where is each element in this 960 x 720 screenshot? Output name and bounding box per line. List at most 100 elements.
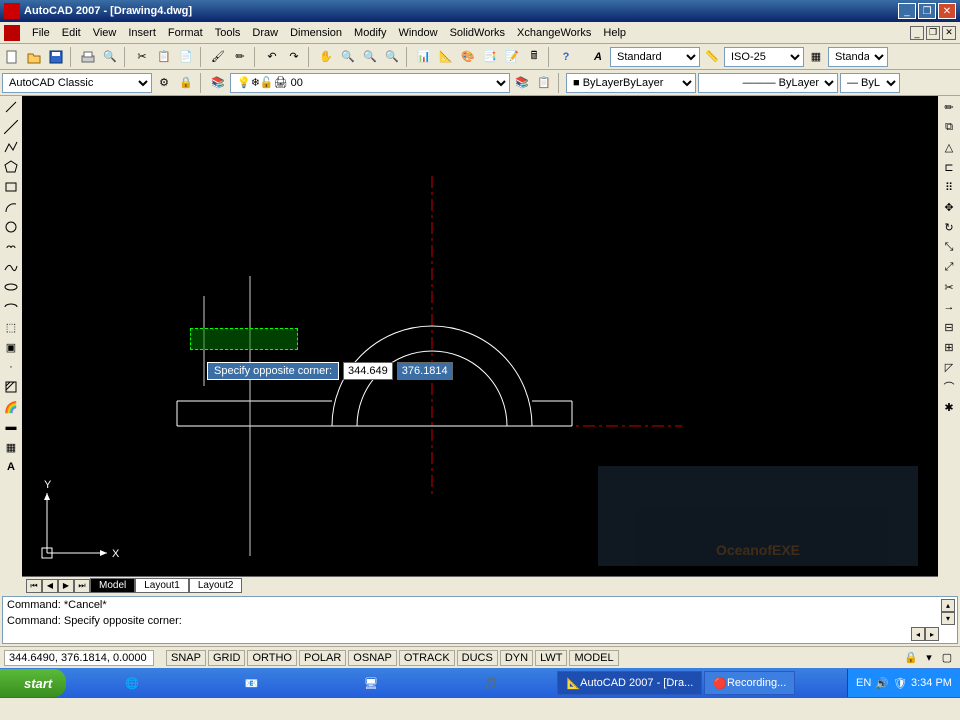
tab-last-button[interactable]: ⏭ <box>74 579 90 593</box>
paste-button[interactable]: 📄 <box>176 47 196 67</box>
menu-window[interactable]: Window <box>392 25 443 41</box>
drawing-canvas[interactable]: Specify opposite corner: 344.649 376.181… <box>22 96 938 576</box>
ducs-toggle[interactable]: DUCS <box>457 650 498 666</box>
spline-tool[interactable] <box>2 258 20 276</box>
tab-model[interactable]: Model <box>90 578 135 593</box>
tab-layout2[interactable]: Layout2 <box>189 578 243 593</box>
construction-line-tool[interactable] <box>2 118 20 136</box>
menu-xchangeworks[interactable]: XchangeWorks <box>511 25 597 41</box>
mirror-tool[interactable]: △ <box>940 138 958 156</box>
pan-button[interactable]: ✋ <box>316 47 336 67</box>
start-button[interactable]: start <box>0 669 66 697</box>
rotate-tool[interactable]: ↻ <box>940 218 958 236</box>
lwt-toggle[interactable]: LWT <box>535 650 567 666</box>
layer-select[interactable]: 💡❄🔓🖨 00 <box>230 73 510 93</box>
tray-icon-2[interactable]: 🛡 <box>893 677 907 690</box>
zoom-realtime-button[interactable]: 🔍 <box>338 47 358 67</box>
otrack-toggle[interactable]: OTRACK <box>399 650 455 666</box>
menu-help[interactable]: Help <box>597 25 632 41</box>
doc-minimize-button[interactable]: _ <box>910 26 924 40</box>
menu-edit[interactable]: Edit <box>56 25 87 41</box>
tray-settings-icon[interactable]: ▾ <box>920 649 938 667</box>
clock[interactable]: 3:34 PM <box>911 677 952 689</box>
explode-tool[interactable]: ✱ <box>940 398 958 416</box>
insert-block-tool[interactable]: ⬚ <box>2 318 20 336</box>
array-tool[interactable]: ⠿ <box>940 178 958 196</box>
menu-file[interactable]: File <box>26 25 56 41</box>
polar-toggle[interactable]: POLAR <box>299 650 346 666</box>
layer-manager-button[interactable]: 📚 <box>208 73 228 93</box>
language-indicator[interactable]: EN <box>856 677 871 689</box>
table-style-select[interactable]: Standard <box>828 47 888 67</box>
quicklaunch-icon-2[interactable]: 📧 <box>243 674 261 692</box>
join-tool[interactable]: ⊞ <box>940 338 958 356</box>
quicklaunch-icon-3[interactable]: 🖥 <box>362 674 380 692</box>
ortho-toggle[interactable]: ORTHO <box>247 650 297 666</box>
plot-button[interactable] <box>78 47 98 67</box>
text-style-select[interactable]: Standard <box>610 47 700 67</box>
region-tool[interactable]: ▬ <box>2 418 20 436</box>
fillet-tool[interactable]: ⌒ <box>940 378 958 396</box>
sheet-set-button[interactable]: 📑 <box>480 47 500 67</box>
calc-button[interactable]: 🖩 <box>524 47 544 67</box>
mtext-tool[interactable]: A <box>2 458 20 476</box>
cmd-scroll-down[interactable]: ▾ <box>941 612 955 625</box>
text-style-icon[interactable]: A <box>588 47 608 67</box>
hatch-tool[interactable] <box>2 378 20 396</box>
scale-tool[interactable]: ⤡ <box>940 238 958 256</box>
cmd-scroll-left[interactable]: ◂ <box>911 627 925 641</box>
point-tool[interactable]: · <box>2 358 20 376</box>
grid-toggle[interactable]: GRID <box>208 650 246 666</box>
save-button[interactable] <box>46 47 66 67</box>
redo-button[interactable]: ↷ <box>284 47 304 67</box>
close-button[interactable]: ✕ <box>938 3 956 19</box>
new-button[interactable] <box>2 47 22 67</box>
workspace-select[interactable]: AutoCAD Classic <box>2 73 152 93</box>
line-tool[interactable] <box>2 98 20 116</box>
tool-palettes-button[interactable]: 🎨 <box>458 47 478 67</box>
gradient-tool[interactable]: 🌈 <box>2 398 20 416</box>
tab-next-button[interactable]: ▶ <box>58 579 74 593</box>
quicklaunch-icon-4[interactable]: 🎵 <box>482 674 500 692</box>
dyn-toggle[interactable]: DYN <box>500 650 533 666</box>
match-properties-button[interactable]: 🖌 <box>208 47 228 67</box>
properties-button[interactable]: 📊 <box>414 47 434 67</box>
ellipse-arc-tool[interactable] <box>2 298 20 316</box>
tab-layout1[interactable]: Layout1 <box>135 578 189 593</box>
color-select[interactable]: ■ ByLayerByLayer <box>566 73 696 93</box>
help-button[interactable]: ? <box>556 47 576 67</box>
restore-button[interactable]: ❐ <box>918 3 936 19</box>
doc-restore-button[interactable]: ❐ <box>926 26 940 40</box>
trim-tool[interactable]: ✂ <box>940 278 958 296</box>
design-center-button[interactable]: 📐 <box>436 47 456 67</box>
circle-tool[interactable] <box>2 218 20 236</box>
open-button[interactable] <box>24 47 44 67</box>
erase-tool[interactable]: ✏ <box>940 98 958 116</box>
tray-icon-1[interactable]: 🔊 <box>875 677 889 690</box>
rectangle-tool[interactable] <box>2 178 20 196</box>
lineweight-select[interactable]: — ByL <box>840 73 900 93</box>
menu-view[interactable]: View <box>87 25 123 41</box>
dim-style-icon[interactable]: 📏 <box>702 47 722 67</box>
doc-close-button[interactable]: ✕ <box>942 26 956 40</box>
move-tool[interactable]: ✥ <box>940 198 958 216</box>
chamfer-tool[interactable]: ◸ <box>940 358 958 376</box>
polyline-tool[interactable] <box>2 138 20 156</box>
zoom-previous-button[interactable]: 🔍 <box>382 47 402 67</box>
copy-tool[interactable]: ⧉ <box>940 118 958 136</box>
workspace-settings-button[interactable]: ⚙ <box>154 73 174 93</box>
model-toggle[interactable]: MODEL <box>569 650 618 666</box>
offset-tool[interactable]: ⊏ <box>940 158 958 176</box>
menu-insert[interactable]: Insert <box>122 25 162 41</box>
extend-tool[interactable]: → <box>940 298 958 316</box>
osnap-toggle[interactable]: OSNAP <box>348 650 397 666</box>
menu-draw[interactable]: Draw <box>246 25 284 41</box>
break-tool[interactable]: ⊟ <box>940 318 958 336</box>
make-block-tool[interactable]: ▣ <box>2 338 20 356</box>
polygon-tool[interactable] <box>2 158 20 176</box>
ellipse-tool[interactable] <box>2 278 20 296</box>
plot-preview-button[interactable]: 🔍 <box>100 47 120 67</box>
menu-format[interactable]: Format <box>162 25 209 41</box>
tray-lock-icon[interactable]: 🔒 <box>902 649 920 667</box>
tab-prev-button[interactable]: ◀ <box>42 579 58 593</box>
